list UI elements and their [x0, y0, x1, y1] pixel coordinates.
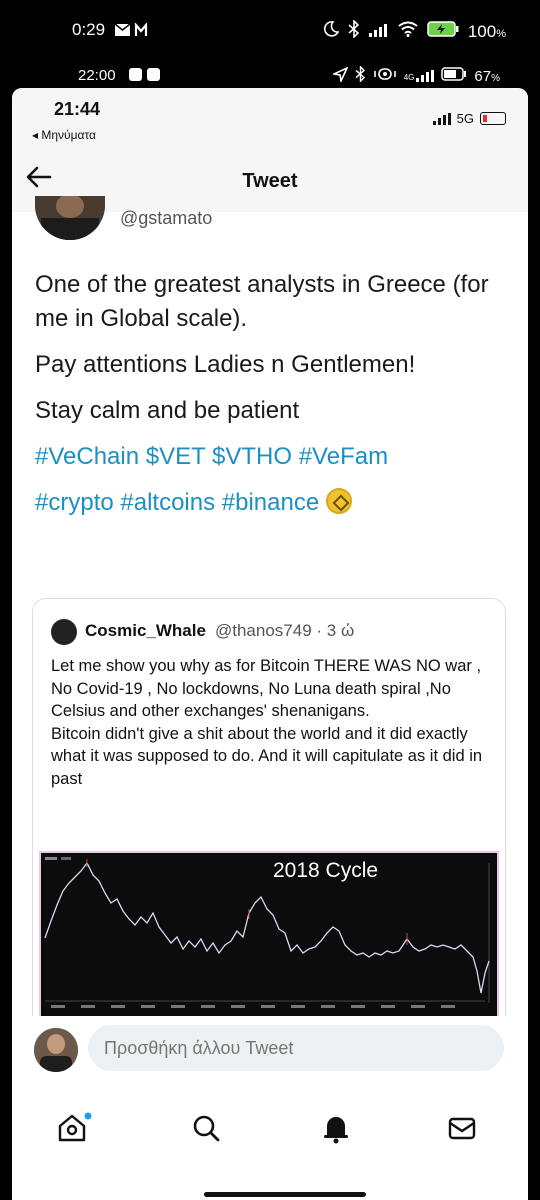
- notification-icons: [129, 68, 160, 81]
- second-status-icons: 4G 67%: [331, 65, 500, 86]
- bluetooth-icon: [348, 19, 360, 43]
- quoted-tweet[interactable]: Cosmic_Whale @thanos749 · 3 ώ Let me sho…: [32, 598, 506, 1030]
- reply-bar: [12, 1016, 528, 1096]
- quote-author-name: Cosmic_Whale: [85, 621, 206, 640]
- quote-paragraph-2: Bitcoin didn't give a shit about the wor…: [51, 724, 483, 788]
- quote-paragraph-1: Let me show you why as for Bitcoin THERE…: [51, 657, 482, 720]
- user-avatar[interactable]: [34, 1028, 78, 1072]
- tweet-body: One of the greatest analysts in Greece (…: [35, 268, 515, 532]
- tweet-screen: 21:44 ◂ Μηνύματα 5G Tweet @gstamato One …: [12, 88, 528, 1200]
- bluetooth-icon-small: [355, 65, 366, 86]
- mail-icon[interactable]: [442, 1108, 482, 1148]
- message-icon: [114, 21, 151, 42]
- ios-status-icons: 5G: [432, 111, 506, 126]
- search-icon[interactable]: [186, 1108, 226, 1148]
- quote-body: Let me show you why as for Bitcoin THERE…: [51, 655, 497, 790]
- outer-battery-percent-sign: %: [496, 27, 506, 40]
- signal-icon: [368, 22, 389, 42]
- vibrate-icon: [373, 67, 397, 85]
- home-icon[interactable]: [52, 1108, 92, 1148]
- location-icon: [331, 65, 349, 86]
- outer-status-bar: 0:29 100%: [0, 0, 540, 58]
- outer-battery-percent: 100: [467, 21, 497, 41]
- tweet-hashtags-2[interactable]: #crypto #altcoins #binance: [35, 489, 319, 516]
- battery-charging-icon: [427, 21, 459, 42]
- tweet-line-1: One of the greatest analysts in Greece (…: [35, 271, 489, 332]
- binance-coin-icon: [325, 488, 352, 514]
- second-battery-percent: 67: [474, 67, 492, 85]
- outer-status-icons: 100%: [323, 19, 506, 43]
- second-battery-percent-sign: %: [491, 72, 500, 84]
- moon-icon: [323, 21, 340, 42]
- tweet-line-3: Stay calm and be patient: [35, 397, 300, 424]
- page-title: Tweet: [242, 170, 298, 192]
- wifi-icon: [398, 21, 418, 42]
- tweet-line-2: Pay attentions Ladies n Gentlemen!: [35, 351, 416, 378]
- author-avatar[interactable]: [35, 196, 105, 240]
- cellular-icon: 4G: [404, 70, 435, 82]
- home-indicator: [204, 1192, 366, 1197]
- network-type-label: 4G: [403, 73, 415, 82]
- back-to-messages-link[interactable]: ◂ Μηνύματα: [32, 128, 96, 142]
- ios-network-label: 5G: [456, 111, 474, 126]
- second-status-bar: 22:00 4G 67%: [0, 58, 540, 90]
- author-handle[interactable]: @gstamato: [120, 208, 212, 229]
- ios-signal-icon: [432, 112, 451, 125]
- price-chart-graphic: [41, 853, 497, 1029]
- quote-avatar: [51, 619, 77, 645]
- quote-chart-image[interactable]: 2018 Cycle: [39, 851, 499, 1029]
- ios-status-bar: 21:44 ◂ Μηνύματα 5G: [12, 88, 528, 148]
- add-tweet-input[interactable]: [88, 1025, 504, 1071]
- outer-clock: 0:29: [72, 20, 106, 39]
- ios-battery-icon: [480, 112, 506, 125]
- quote-author-handle: @thanos749 · 3 ώ: [215, 621, 355, 640]
- tweet-hashtags-1[interactable]: #VeChain $VET $VTHO #VeFam: [35, 440, 515, 474]
- chart-label: 2018 Cycle: [273, 859, 379, 882]
- battery-icon: [441, 67, 467, 85]
- ios-clock: 21:44: [54, 99, 101, 119]
- bell-icon[interactable]: [316, 1108, 356, 1148]
- bottom-tab-bar: [12, 1096, 528, 1200]
- second-clock: 22:00: [78, 67, 116, 84]
